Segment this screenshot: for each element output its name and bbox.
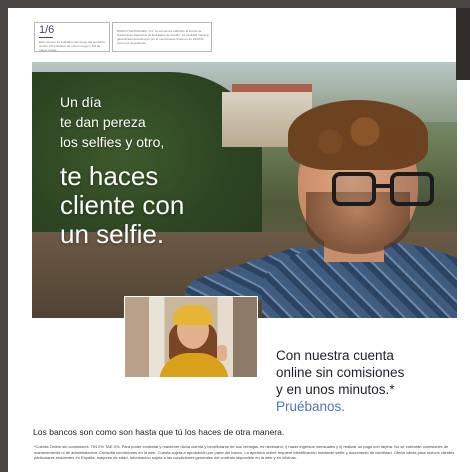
hero-copy: Un día te dan pereza los selfies y otro,… bbox=[60, 92, 184, 249]
risk-caption: Este número es indicativo del riesgo del… bbox=[39, 40, 106, 52]
hero-intro: Un día te dan pereza los selfies y otro, bbox=[60, 94, 165, 150]
deposit-guarantee-text: BANCO SANTANDER, S.A. se encuentra adher… bbox=[117, 29, 209, 45]
offer-cta-link[interactable]: Pruébanos. bbox=[276, 398, 404, 415]
ad-page: 1/6 Este número es indicativo del riesgo… bbox=[8, 8, 470, 472]
risk-indicator-box: 1/6 Este número es indicativo del riesgo… bbox=[34, 22, 110, 52]
slogan: Los bancos son como son hasta que tú los… bbox=[33, 427, 285, 437]
man-with-glasses bbox=[179, 92, 457, 318]
selfie-photo bbox=[124, 296, 258, 378]
risk-badge-divider bbox=[39, 37, 53, 38]
page-edge-shadow bbox=[456, 8, 470, 80]
glasses bbox=[332, 172, 444, 212]
hero-headline: te haces cliente con un selfie. bbox=[60, 161, 185, 249]
offer-text: Con nuestra cuenta online sin comisiones… bbox=[276, 348, 405, 397]
deposit-guarantee-box: BANCO SANTANDER, S.A. se encuentra adher… bbox=[112, 22, 212, 52]
legal-disclaimer: *Cuenta Online sin comisiones. TIN 0% TA… bbox=[34, 444, 455, 460]
risk-badge: 1/6 bbox=[39, 24, 55, 36]
offer-block: Con nuestra cuenta online sin comisiones… bbox=[276, 330, 404, 432]
hero-photo: Un día te dan pereza los selfies y otro,… bbox=[32, 62, 457, 318]
